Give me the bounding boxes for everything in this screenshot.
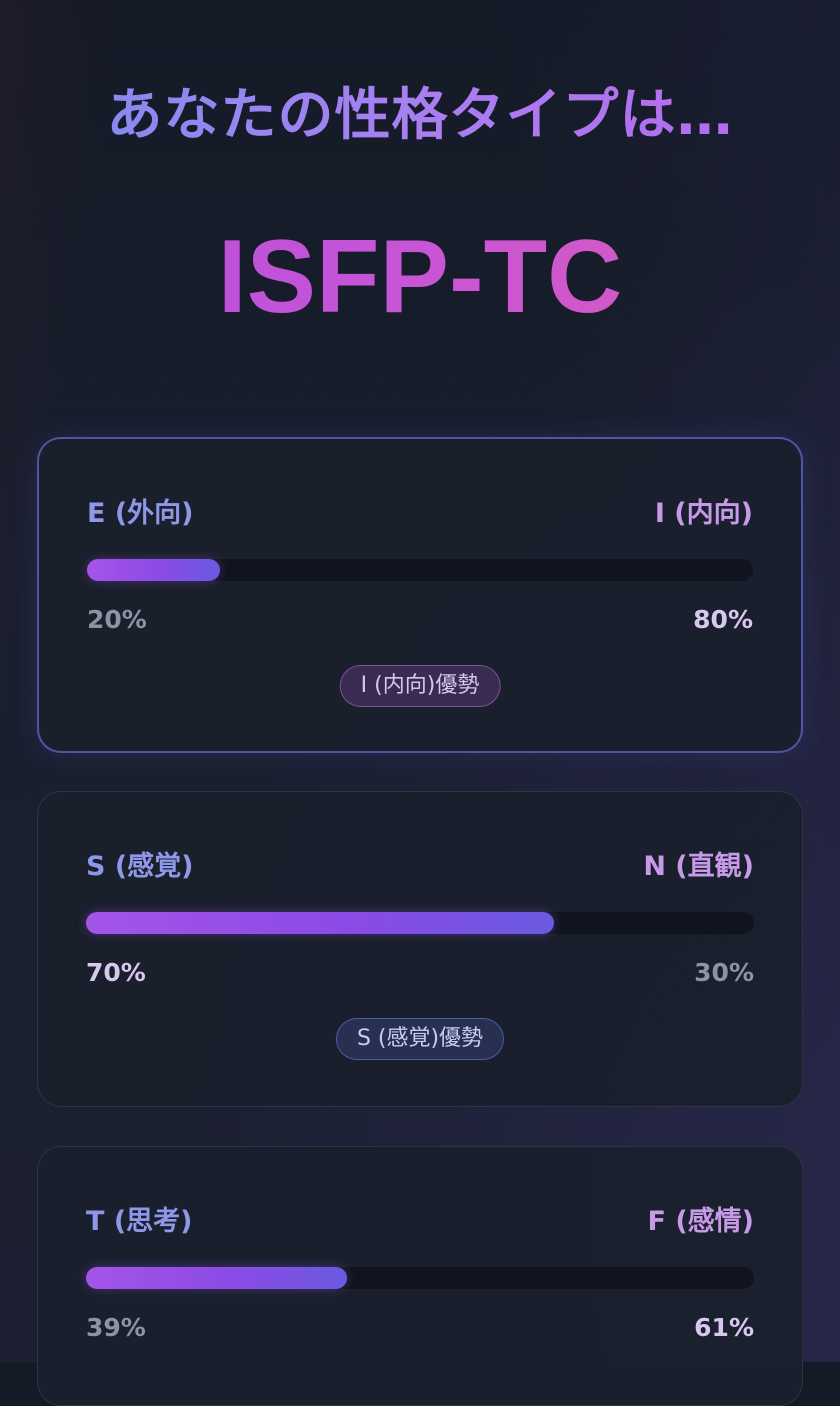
- dimension-right-label: F (感情): [647, 1206, 754, 1237]
- dimension-left-label: T (思考): [86, 1206, 193, 1237]
- dimension-progress-track: [87, 559, 753, 581]
- dimension-right-percent: 30%: [694, 958, 754, 987]
- page-title: あなたの性格タイプは…: [0, 70, 840, 151]
- dimension-left-percent: 20%: [87, 605, 147, 634]
- dimension-progress-track: [86, 912, 754, 934]
- dimension-progress-fill: [86, 1267, 347, 1289]
- dominant-trait-badge: S (感覚)優勢: [335, 1018, 505, 1060]
- dimension-progress-fill: [86, 912, 554, 934]
- dimension-progress-track: [86, 1267, 754, 1289]
- dimension-card-ei: E (外向) I (内向) 20% 80% I (内向)優勢: [37, 437, 803, 753]
- dominant-trait-badge: I (内向)優勢: [339, 665, 501, 707]
- dimension-right-label: N (直観): [643, 851, 754, 882]
- dimension-progress-fill: [87, 559, 221, 581]
- personality-type-code: ISFP-TC: [0, 218, 840, 337]
- dimension-left-label: E (外向): [87, 498, 194, 529]
- dimension-card-tf: T (思考) F (感情) 39% 61%: [37, 1146, 803, 1406]
- dimension-card-sn: S (感覚) N (直観) 70% 30% S (感覚)優勢: [37, 791, 803, 1107]
- dimension-left-percent: 70%: [86, 958, 146, 987]
- dimension-left-label: S (感覚): [86, 851, 194, 882]
- dimension-right-percent: 61%: [694, 1313, 754, 1342]
- dimension-right-label: I (内向): [654, 498, 753, 529]
- dimension-right-percent: 80%: [693, 605, 753, 634]
- dimension-left-percent: 39%: [86, 1313, 146, 1342]
